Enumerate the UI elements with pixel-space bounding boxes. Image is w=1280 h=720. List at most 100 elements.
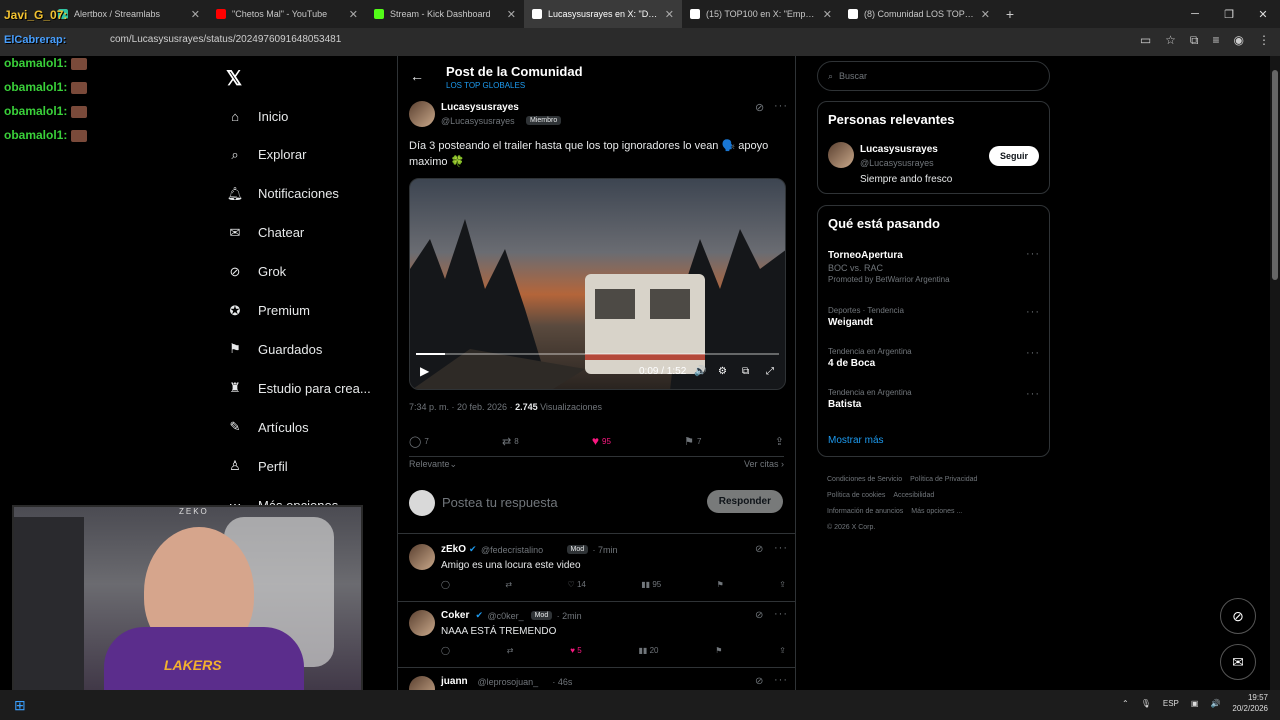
post-more-icon[interactable]: ··· [774, 100, 788, 112]
trend-more-icon[interactable]: ··· [1026, 388, 1040, 400]
video-player[interactable]: ▶ 0:09 / 1:52 🔊 ⚙ ⧉ ⤢ [409, 178, 786, 390]
tab-close-icon[interactable]: ✕ [191, 8, 200, 21]
share-icon[interactable]: ⇪ [775, 434, 784, 448]
tab-4[interactable]: (15) TOP100 en X: "Empezaron ✕ [682, 0, 840, 28]
repost-icon[interactable]: ⇄ [507, 646, 514, 655]
reply-button[interactable]: Responder [706, 490, 783, 513]
trend-more-icon[interactable]: ··· [1026, 347, 1040, 359]
tray-chevron-icon[interactable]: ⌃ [1122, 699, 1129, 708]
tab-5[interactable]: (8) Comunidad LOS TOP GLOBA ✕ [840, 0, 998, 28]
tab-close-icon[interactable]: ✕ [823, 8, 832, 21]
maximize-icon[interactable]: ❐ [1212, 0, 1246, 28]
pip-icon[interactable]: ⧉ [742, 366, 749, 377]
messages-fab-icon[interactable]: ✉ [1220, 644, 1256, 680]
sort-dropdown[interactable]: Relevante⌄ [409, 459, 457, 470]
nav-item-grok[interactable]: ⊘ Grok [226, 263, 287, 281]
repost-action[interactable]: ⇄ 8 [502, 434, 519, 448]
x-logo-icon[interactable]: 𝕏 [226, 66, 242, 91]
views-action[interactable]: ▮▮ 20 [639, 646, 659, 655]
fullscreen-icon[interactable]: ⤢ [766, 366, 774, 377]
footer-link[interactable]: Condiciones de Servicio [827, 476, 902, 483]
nav-item-estudio-para-crea-[interactable]: ♜ Estudio para crea... [226, 379, 371, 397]
community-link[interactable]: LOS TOP GLOBALES [446, 81, 525, 90]
footer-link[interactable]: Accesibilidad [893, 492, 934, 499]
nav-item-inicio[interactable]: ⌂ Inicio [226, 107, 288, 125]
tab-close-icon[interactable]: ✕ [349, 8, 358, 21]
views-action[interactable]: ▮▮ 95 [641, 580, 661, 589]
menu-icon[interactable]: ⋮ [1258, 33, 1270, 48]
comment-more-icon[interactable]: ··· [774, 674, 788, 686]
grok-icon[interactable]: ⊘ [755, 101, 764, 114]
follow-button[interactable]: Seguir [988, 146, 1039, 166]
trend-item[interactable]: TorneoApertura BOC vs. RAC Promoted by Bet… [828, 248, 1040, 284]
nav-item-premium[interactable]: ✪ Premium [226, 302, 310, 320]
settings-icon[interactable]: ⚙ [718, 366, 727, 377]
bookmark-icon[interactable]: ⚑ [717, 580, 724, 589]
comment-avatar[interactable] [409, 610, 435, 636]
star-icon[interactable]: ☆ [1165, 33, 1176, 48]
reply-input[interactable]: Postea tu respuesta [442, 495, 558, 510]
grok-fab-icon[interactable]: ⊘ [1220, 598, 1256, 634]
tab-2[interactable]: Stream - Kick Dashboard ✕ [366, 0, 524, 28]
like-action[interactable]: ♡ 14 [568, 580, 586, 589]
nav-item-guardados[interactable]: ⚑ Guardados [226, 340, 322, 358]
reply-icon[interactable]: ◯ [441, 580, 450, 589]
nav-item-perfil[interactable]: ♙ Perfil [226, 457, 287, 475]
minimize-icon[interactable]: ─ [1178, 0, 1212, 28]
trend-item[interactable]: Tendencia en Argentina Batista ··· [828, 388, 1040, 410]
url-text[interactable]: com/Lucasysusrayes/status/20249760916480… [110, 34, 341, 45]
comment-more-icon[interactable]: ··· [774, 542, 788, 554]
media-icon[interactable]: ≡ [1213, 33, 1220, 48]
bookmark-action[interactable]: ⚑ 7 [684, 434, 701, 448]
author-name[interactable]: Lucasysusrayes [441, 102, 519, 113]
volume-tray-icon[interactable]: 🔊 [1210, 699, 1220, 708]
grok-icon[interactable]: ⊘ [755, 676, 763, 687]
tab-close-icon[interactable]: ✕ [507, 8, 516, 21]
grok-icon[interactable]: ⊘ [755, 610, 763, 621]
clock[interactable]: 19:57 20/2/2026 [1232, 692, 1268, 714]
nav-item-notificaciones[interactable]: 🔔︎ Notificaciones [226, 185, 339, 203]
volume-icon[interactable]: 🔊 [694, 366, 706, 377]
author-handle[interactable]: @Lucasysusrayes [441, 116, 515, 126]
new-tab-button[interactable]: + [998, 6, 1022, 22]
footer-link[interactable]: Política de cookies [827, 492, 885, 499]
tab-close-icon[interactable]: ✕ [981, 8, 990, 21]
tab-3[interactable]: Lucasysusrayes en X: "Día 3 ✕ [524, 0, 682, 28]
footer-link[interactable]: Información de anuncios [827, 508, 903, 515]
comment-author[interactable]: zEkO [441, 544, 466, 555]
footer-link[interactable]: Política de Privacidad [910, 476, 977, 483]
repost-icon[interactable]: ⇄ [505, 580, 512, 589]
grok-icon[interactable]: ⊘ [755, 544, 763, 555]
quotes-link[interactable]: Ver citas › [744, 459, 784, 470]
search-input[interactable]: ⌕ Buscar [817, 61, 1050, 91]
share-icon[interactable]: ⇪ [779, 646, 786, 655]
like-action[interactable]: ♥ 5 [570, 646, 581, 655]
nav-item-explorar[interactable]: ⌕ Explorar [226, 146, 306, 164]
nav-item-art-culos[interactable]: ✎ Artículos [226, 418, 309, 436]
language-indicator[interactable]: ESP [1163, 699, 1179, 708]
comment-avatar[interactable] [409, 544, 435, 570]
relevant-avatar[interactable] [828, 142, 854, 168]
tab-1[interactable]: "Chetos Mal" - YouTube ✕ [208, 0, 366, 28]
network-icon[interactable]: ▣ [1191, 699, 1199, 708]
author-avatar[interactable] [409, 101, 435, 127]
bookmark-icon[interactable]: ⚑ [715, 646, 722, 655]
trend-item[interactable]: Deportes · Tendencia Weigandt ··· [828, 306, 1040, 328]
tab-0[interactable]: Alertbox / Streamlabs ✕ [50, 0, 208, 28]
trend-more-icon[interactable]: ··· [1026, 306, 1040, 318]
windows-start-icon[interactable]: ⊞ [14, 697, 26, 714]
like-action[interactable]: ♥ 95 [592, 434, 611, 448]
comment-handle[interactable]: @leprosojuan_ [478, 677, 539, 687]
comment-more-icon[interactable]: ··· [774, 608, 788, 620]
reply-action[interactable]: ◯ 7 [409, 434, 429, 448]
tab-close-icon[interactable]: ✕ [665, 8, 674, 21]
cast-icon[interactable]: ▭ [1140, 33, 1151, 48]
comment-author[interactable]: juann [441, 676, 468, 687]
comment-handle[interactable]: @c0ker_ [488, 611, 524, 621]
relevant-handle[interactable]: @Lucasysusrayes [860, 158, 934, 168]
comment-handle[interactable]: @fedecristalino [481, 545, 543, 555]
reply-icon[interactable]: ◯ [441, 646, 450, 655]
trend-item[interactable]: Tendencia en Argentina 4 de Boca ··· [828, 347, 1040, 369]
comment-author[interactable]: Coker [441, 610, 469, 621]
back-arrow-icon[interactable]: ← [410, 68, 424, 84]
